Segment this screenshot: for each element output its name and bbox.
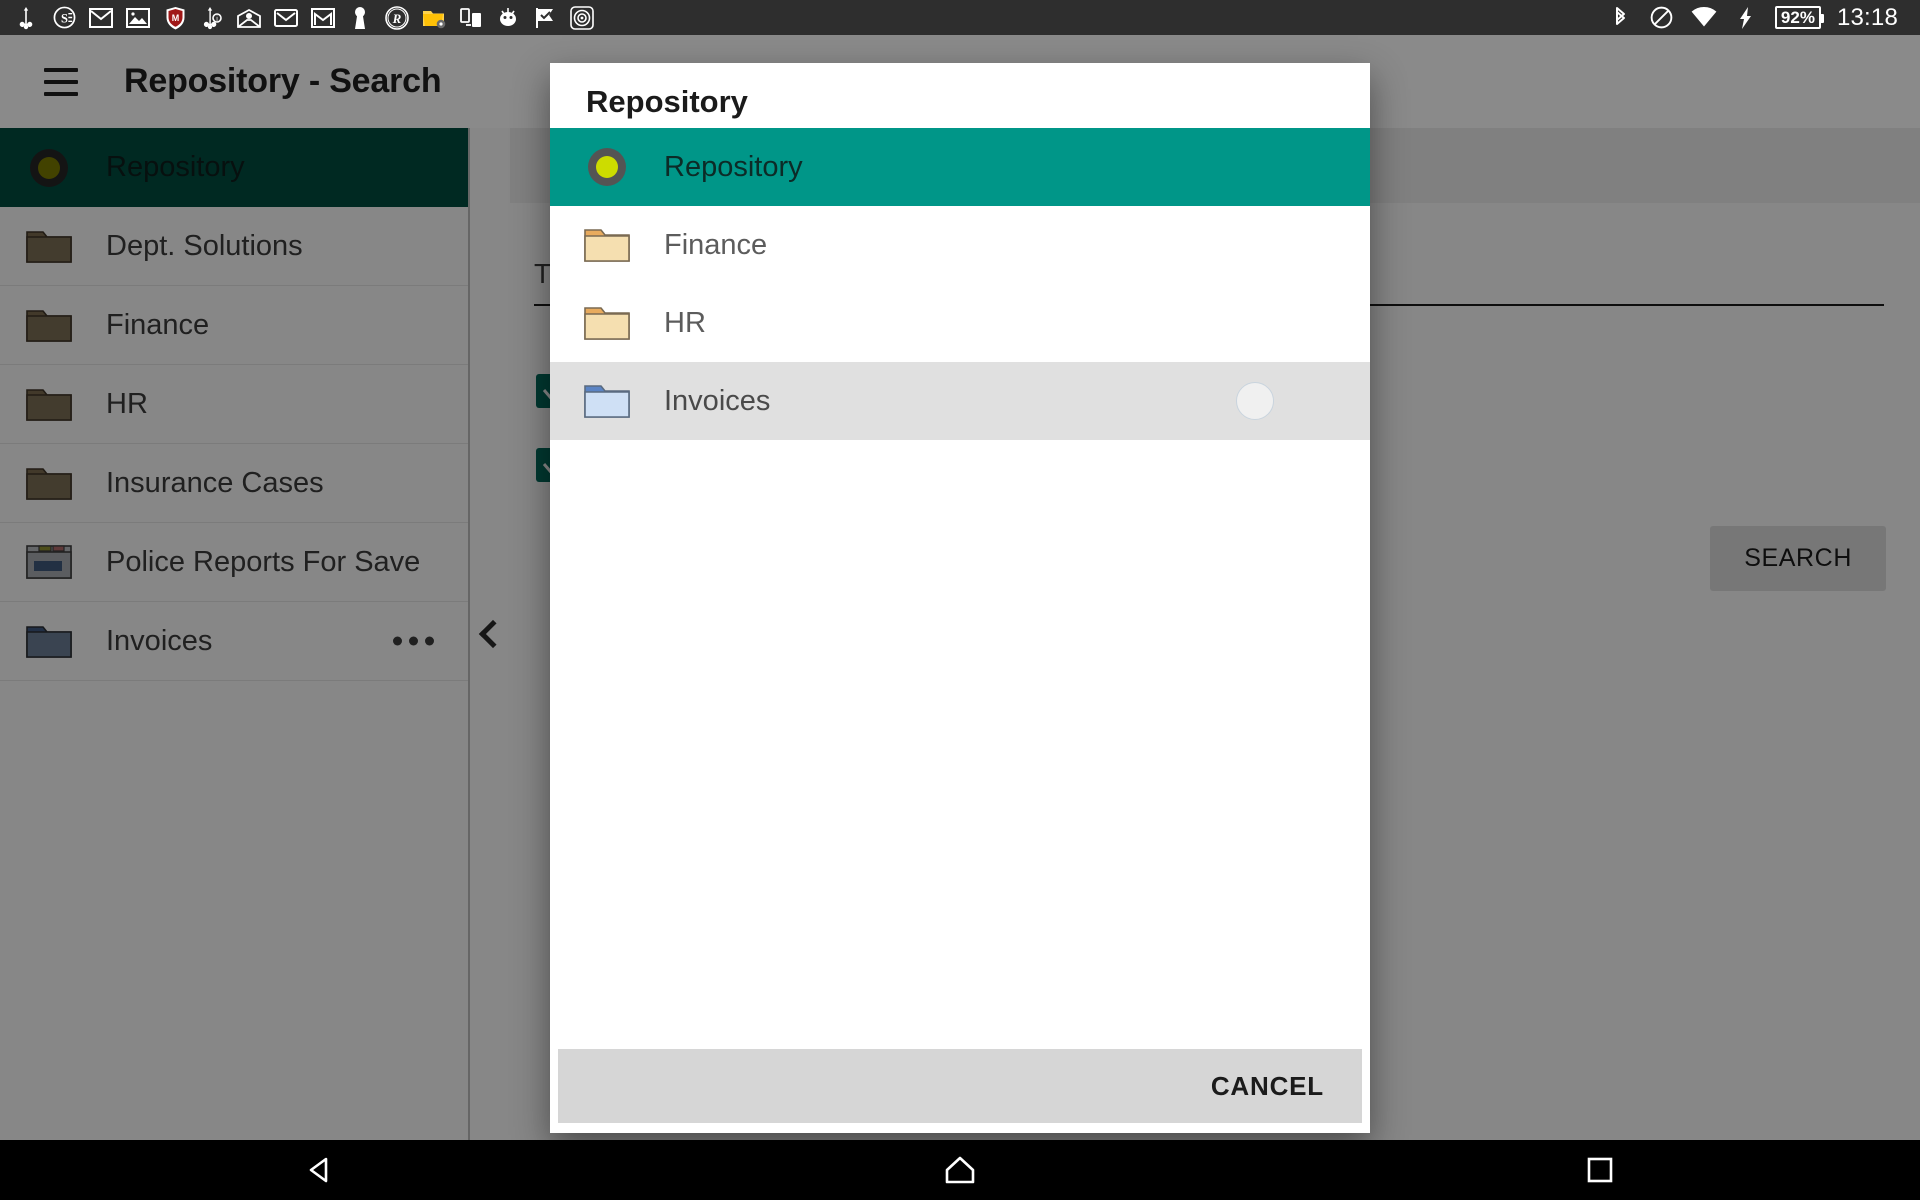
gmail-alt-icon [310, 5, 336, 31]
android-head-icon [495, 5, 521, 31]
dialog-item-finance[interactable]: Finance [550, 206, 1370, 284]
back-icon[interactable] [260, 1140, 380, 1200]
svg-text:S: S [61, 11, 68, 25]
mcafee-shield-icon: M [162, 5, 188, 31]
clock-label: 13:18 [1837, 4, 1898, 32]
bluetooth-icon [1607, 5, 1633, 31]
open-mail-icon [236, 5, 262, 31]
folder-cream-icon [580, 301, 634, 345]
device-transfer-icon [458, 5, 484, 31]
dialog-title: Repository [550, 63, 1370, 128]
superfy-icon: S [51, 5, 77, 31]
battery-percent-label: 92% [1781, 9, 1815, 26]
dialog-item-repository[interactable]: Repository [550, 128, 1370, 206]
usb-debug-icon: i [199, 5, 225, 31]
repository-picker-dialog: Repository Repository Finance [550, 63, 1370, 1133]
battery-indicator: 92% [1775, 6, 1821, 29]
dialog-item-hr[interactable]: HR [550, 284, 1370, 362]
folder-blue-icon [580, 379, 634, 423]
dialog-item-label: HR [664, 307, 706, 340]
status-bar: S M i R 92% 13:18 [0, 0, 1920, 35]
keyhole-icon [347, 5, 373, 31]
dialog-item-label: Finance [664, 229, 767, 262]
usb-icon [14, 5, 40, 31]
dialog-item-label: Repository [664, 151, 803, 184]
folder-cream-icon [580, 223, 634, 267]
screen-root: S M i R 92% 13:18 [0, 0, 1920, 1200]
dialog-folder-list: Repository Finance HR [550, 128, 1370, 1049]
touch-ripple-indicator [1236, 382, 1274, 420]
do-not-disturb-icon [1649, 5, 1675, 31]
recents-icon[interactable] [1540, 1140, 1660, 1200]
target-icon [569, 5, 595, 31]
gmail-icon [88, 5, 114, 31]
svg-text:R: R [392, 11, 402, 26]
dialog-item-label: Invoices [664, 385, 770, 418]
app-window: Repository - Search Repository Dept. Sol… [0, 35, 1920, 1140]
svg-text:M: M [171, 13, 179, 23]
check-flag-icon [532, 5, 558, 31]
home-icon[interactable] [900, 1140, 1020, 1200]
android-nav-bar [0, 1140, 1920, 1200]
cancel-button[interactable]: CANCEL [1195, 1059, 1340, 1114]
photo-icon [125, 5, 151, 31]
notification-icons: S M i R [0, 5, 1607, 31]
dialog-item-invoices[interactable]: Invoices [550, 362, 1370, 440]
charging-bolt-icon [1733, 5, 1759, 31]
repository-dot-icon [580, 145, 634, 189]
system-status-icons: 92% 13:18 [1607, 4, 1920, 32]
envelope-icon [273, 5, 299, 31]
wifi-icon [1691, 5, 1717, 31]
folder-sync-icon [421, 5, 447, 31]
dialog-action-bar: CANCEL [558, 1049, 1362, 1123]
resilio-icon: R [384, 5, 410, 31]
